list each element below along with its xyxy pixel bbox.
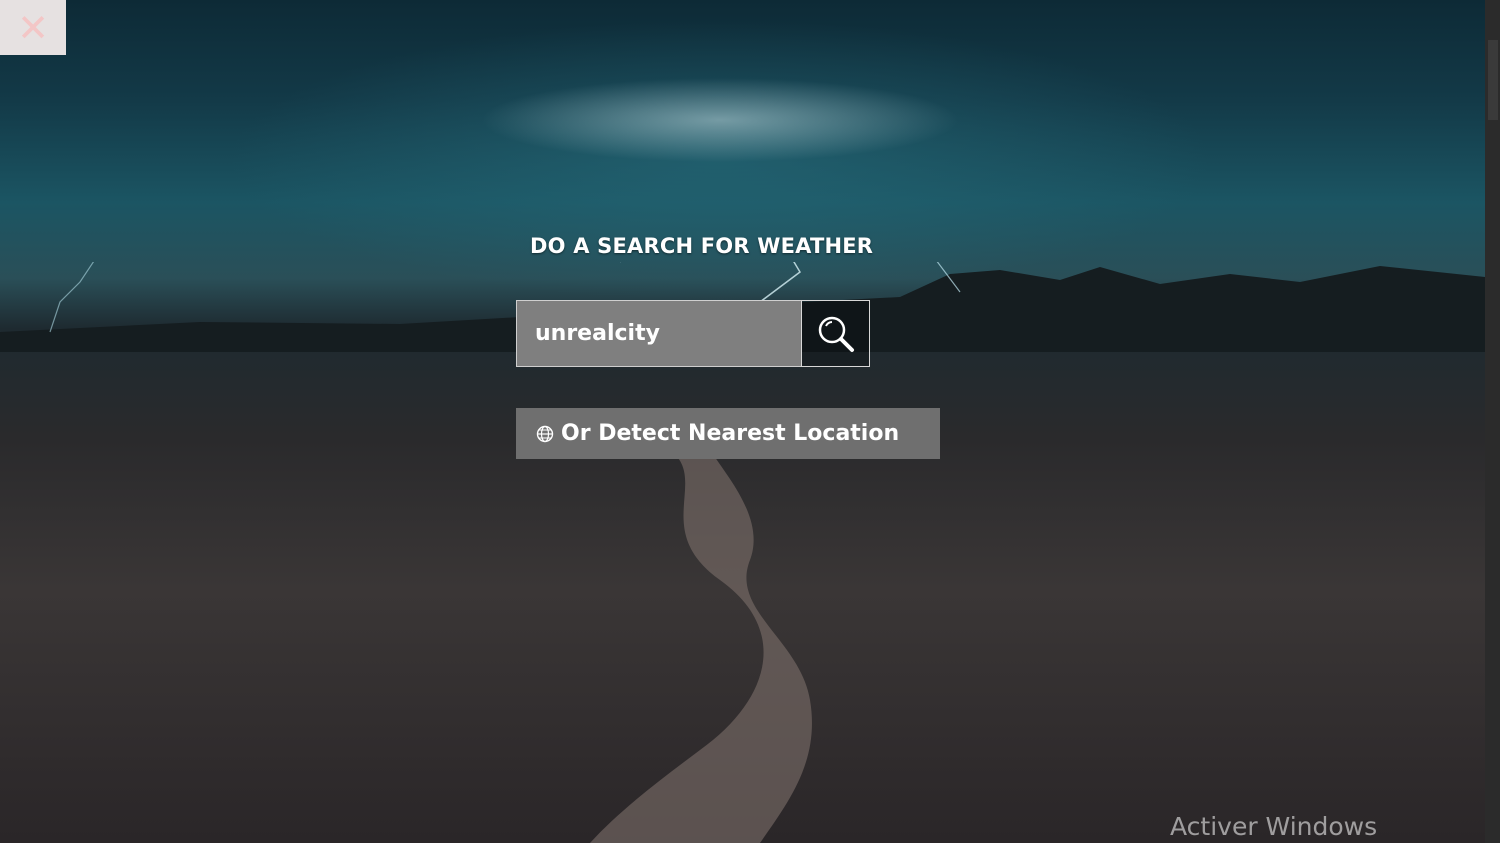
close-button[interactable]: ✕ <box>0 0 66 55</box>
dirt-path <box>590 450 812 843</box>
search-icon <box>818 316 854 352</box>
city-search-input[interactable] <box>516 300 802 367</box>
activate-windows-watermark: Activer Windows <box>1170 812 1378 841</box>
page-heading: DO A SEARCH FOR WEATHER <box>530 234 874 258</box>
scrollbar[interactable] <box>1485 0 1500 843</box>
detect-location-button[interactable]: Or Detect Nearest Location <box>516 408 940 459</box>
globe-icon <box>536 425 554 443</box>
scrollbar-thumb[interactable] <box>1488 40 1498 120</box>
detect-location-label: Or Detect Nearest Location <box>561 421 900 446</box>
close-icon: ✕ <box>17 5 49 50</box>
search-button[interactable] <box>801 300 870 367</box>
